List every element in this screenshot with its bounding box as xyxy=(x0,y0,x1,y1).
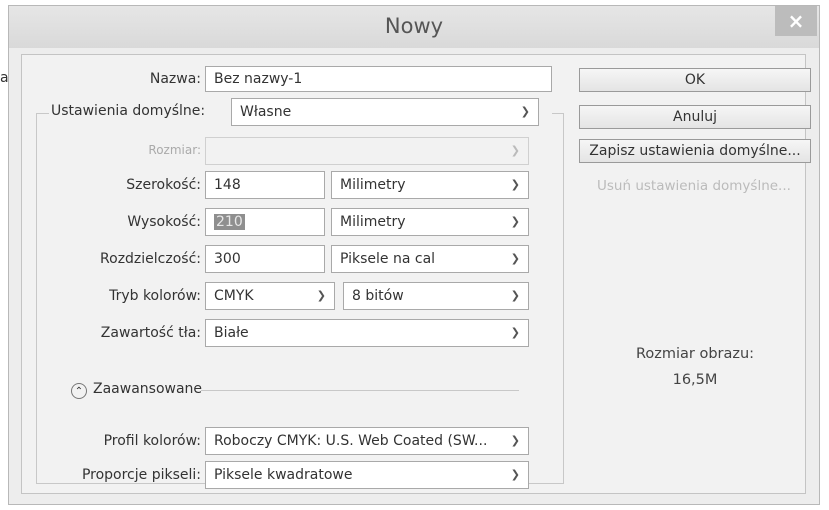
resolution-input[interactable]: 300 xyxy=(205,245,325,273)
chevron-down-icon: ❯ xyxy=(510,326,520,339)
collapse-advanced-icon[interactable]: ⌃ xyxy=(71,383,87,399)
height-unit-value: Milimetry xyxy=(340,214,406,230)
size-select: ❯ xyxy=(205,137,529,165)
dialog-title: Nowy xyxy=(384,14,444,38)
save-preset-button[interactable]: Zapisz ustawienia domyślne... xyxy=(579,139,811,163)
advanced-separator xyxy=(201,390,519,391)
preset-select[interactable]: Własne ❯ xyxy=(231,98,539,126)
pixel-aspect-label: Proporcje pikseli: xyxy=(81,467,201,483)
background-letter: a xyxy=(0,70,9,86)
height-value: 210 xyxy=(214,214,245,230)
width-unit-value: Milimetry xyxy=(340,177,406,193)
chevron-down-icon: ❯ xyxy=(510,215,520,228)
pixel-aspect-value: Piksele kwadratowe xyxy=(214,467,353,483)
chevron-down-icon: ❯ xyxy=(510,144,520,157)
advanced-label[interactable]: Zaawansowane xyxy=(93,381,202,397)
ok-button[interactable]: OK xyxy=(579,68,811,92)
close-icon: × xyxy=(787,9,805,33)
resolution-value: 300 xyxy=(214,251,241,267)
width-label: Szerokość: xyxy=(126,177,201,193)
background-value: Białe xyxy=(214,325,249,341)
height-unit-select[interactable]: Milimetry ❯ xyxy=(331,208,529,236)
chevron-down-icon: ❯ xyxy=(520,105,530,118)
width-value: 148 xyxy=(214,177,241,193)
group-frame-left xyxy=(36,113,37,483)
name-input[interactable]: Bez nazwy-1 xyxy=(205,66,552,92)
title-bar[interactable]: Nowy × xyxy=(9,6,819,48)
resolution-unit-select[interactable]: Piksele na cal ❯ xyxy=(331,245,529,273)
chevron-down-icon: ❯ xyxy=(510,434,520,447)
preset-value: Własne xyxy=(240,104,292,120)
preset-label: Ustawienia domyślne: xyxy=(49,103,231,119)
chevron-down-icon: ❯ xyxy=(510,252,520,265)
color-mode-value: CMYK xyxy=(214,288,254,304)
image-size-label: Rozmiar obrazu: xyxy=(635,346,755,362)
chevron-down-icon: ❯ xyxy=(316,289,326,302)
background-label: Zawartość tła: xyxy=(100,325,201,341)
cancel-button[interactable]: Anuluj xyxy=(579,105,811,129)
chevron-down-icon: ❯ xyxy=(510,468,520,481)
chevron-down-icon: ❯ xyxy=(510,178,520,191)
color-mode-label: Tryb kolorów: xyxy=(109,288,201,304)
color-profile-value: Roboczy CMYK: U.S. Web Coated (SW... xyxy=(214,433,488,449)
resolution-unit-value: Piksele na cal xyxy=(340,251,436,267)
pixel-aspect-select[interactable]: Piksele kwadratowe ❯ xyxy=(205,461,529,489)
bit-depth-value: 8 bitów xyxy=(352,288,404,304)
resolution-label: Rozdzielczość: xyxy=(100,251,201,267)
name-label: Nazwa: xyxy=(149,71,201,87)
delete-preset-button: Usuń ustawienia domyślne... xyxy=(597,178,791,194)
size-label: Rozmiar: xyxy=(148,143,201,157)
background-select[interactable]: Białe ❯ xyxy=(205,319,529,347)
name-value: Bez nazwy-1 xyxy=(214,71,303,87)
height-label: Wysokość: xyxy=(127,214,201,230)
color-mode-select[interactable]: CMYK ❯ xyxy=(205,282,335,310)
color-profile-label: Profil kolorów: xyxy=(103,433,201,449)
group-frame-right xyxy=(563,113,564,483)
new-document-dialog: Nowy × Nazwa: Bez nazwy-1 Ustawienia dom… xyxy=(8,5,820,505)
color-profile-select[interactable]: Roboczy CMYK: U.S. Web Coated (SW... ❯ xyxy=(205,427,529,455)
close-button[interactable]: × xyxy=(775,6,817,36)
width-unit-select[interactable]: Milimetry ❯ xyxy=(331,171,529,199)
bit-depth-select[interactable]: 8 bitów ❯ xyxy=(343,282,529,310)
width-input[interactable]: 148 xyxy=(205,171,325,199)
chevron-down-icon: ❯ xyxy=(510,289,520,302)
height-input[interactable]: 210 xyxy=(205,208,325,236)
image-size-value: 16,5M xyxy=(672,372,718,388)
